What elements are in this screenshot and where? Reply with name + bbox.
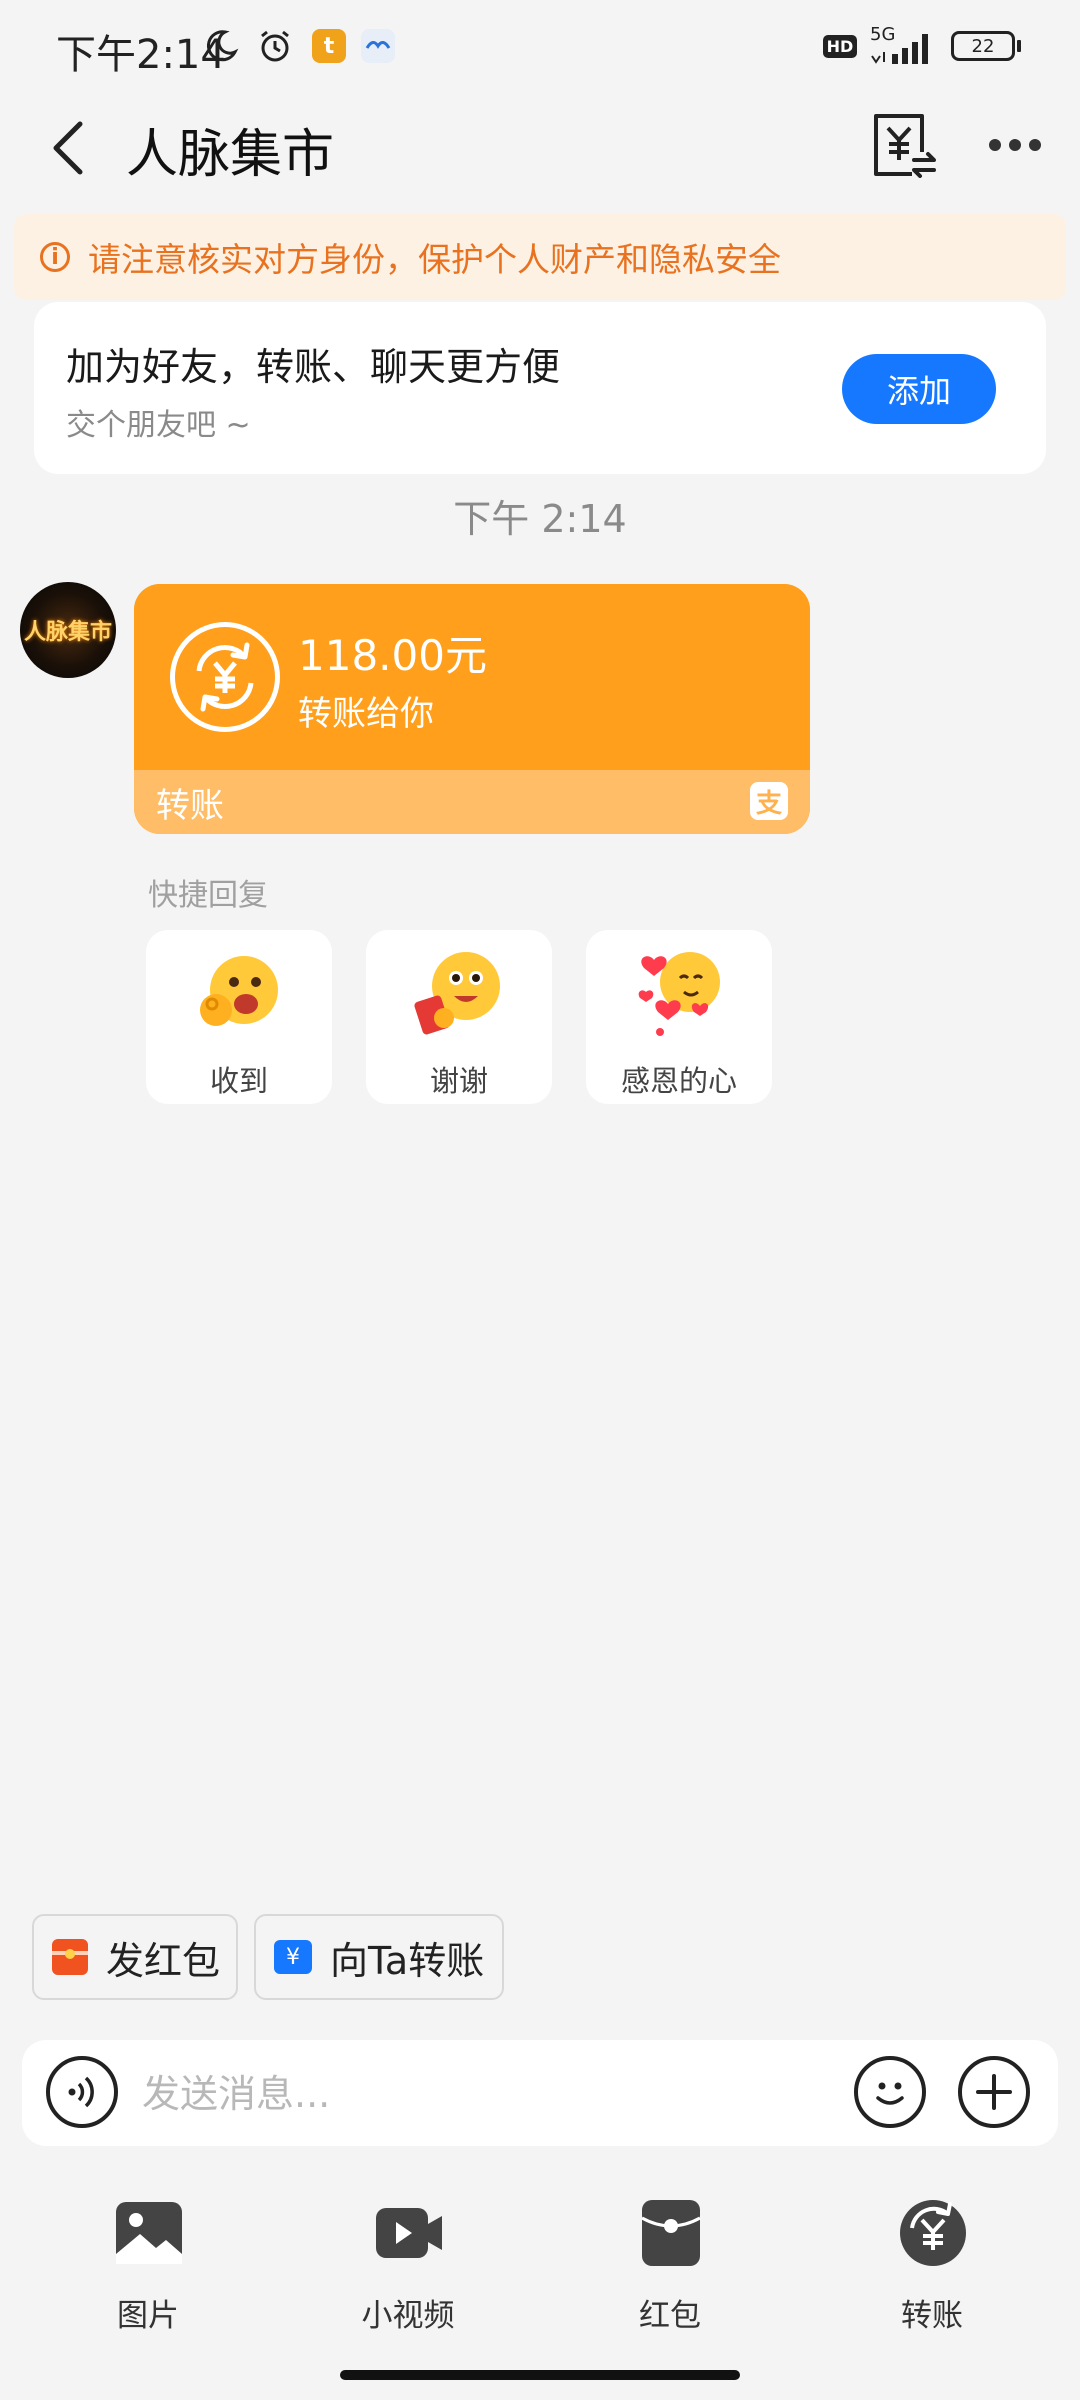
more-dot xyxy=(1029,139,1041,151)
emoji-button[interactable] xyxy=(854,2056,926,2128)
ok-hand-emoji xyxy=(200,956,278,1026)
signal-icon: 5G xyxy=(866,24,938,66)
toolbar-video-button[interactable]: 小视频 xyxy=(318,2198,498,2338)
transfer-message-bubble[interactable]: 118.00元 转账给你 转账 支 xyxy=(134,584,810,834)
send-red-packet-button[interactable]: 发红包 xyxy=(32,1914,238,2000)
hearts-emoji xyxy=(638,952,720,1036)
info-icon: i xyxy=(40,242,70,272)
back-button[interactable] xyxy=(38,108,98,188)
avatar-text: 人脉集市 xyxy=(23,620,112,645)
toolbar-label: 图片 xyxy=(117,2298,179,2334)
quick-reply-thanks[interactable]: 谢谢 xyxy=(366,930,552,1104)
moon-icon xyxy=(200,26,242,66)
app-notification-icon xyxy=(358,26,398,66)
transfer-to-ta-button[interactable]: ¥ 向Ta转账 xyxy=(254,1914,504,2000)
more-dot xyxy=(1009,139,1021,151)
transfer-coin-icon xyxy=(170,622,280,732)
add-friend-card: 加为好友，转账、聊天更方便 交个朋友吧 ~ 添加 xyxy=(34,302,1046,474)
toolbar-label: 转账 xyxy=(901,2298,963,2334)
app-notification-icon: t xyxy=(310,26,348,66)
red-packet-icon xyxy=(641,2200,701,2266)
transfer-type-label: 转账 xyxy=(156,786,224,826)
more-button[interactable] xyxy=(980,120,1050,170)
toolbar-transfer-button[interactable]: 转账 xyxy=(842,2198,1022,2338)
security-warning-bar: i 请注意核实对方身份，保护个人财产和隐私安全 xyxy=(14,214,1066,300)
quick-reply-label-text: 感恩的心 xyxy=(620,1064,737,1098)
more-dot xyxy=(989,139,1001,151)
alipay-icon: 支 xyxy=(750,782,788,820)
add-friend-subtitle: 交个朋友吧 ~ xyxy=(66,408,251,443)
quick-reply-label: 快捷回复 xyxy=(148,878,268,913)
smiley-icon xyxy=(876,2082,904,2105)
red-packet-emoji xyxy=(414,952,500,1035)
chat-timestamp: 下午 2:14 xyxy=(453,497,627,541)
add-friend-title: 加为好友，转账、聊天更方便 xyxy=(66,345,561,389)
hd-badge: HD xyxy=(822,26,858,66)
transfer-record-button[interactable] xyxy=(872,112,938,178)
plus-button[interactable] xyxy=(958,2056,1030,2128)
avatar[interactable]: 人脉集市 xyxy=(20,582,116,678)
alarm-icon xyxy=(254,26,296,66)
toolbar-label: 红包 xyxy=(639,2298,701,2334)
transfer-to-ta-label: 向Ta转账 xyxy=(330,1938,485,1983)
send-red-packet-label: 发红包 xyxy=(106,1938,221,1983)
battery-icon: 22 xyxy=(948,26,1024,66)
quick-reply-label-text: 收到 xyxy=(209,1064,268,1098)
warning-text: 请注意核实对方身份，保护个人财产和隐私安全 xyxy=(88,240,781,279)
voice-icon xyxy=(68,2076,94,2108)
transfer-record-icon xyxy=(874,114,936,178)
quick-reply-received[interactable]: 收到 xyxy=(146,930,332,1104)
chevron-left-icon xyxy=(53,121,83,175)
transfer-description: 转账给你 xyxy=(298,694,434,734)
transfer-bubble-top: 118.00元 转账给你 xyxy=(134,584,810,770)
transfer-amount: 118.00元 xyxy=(298,631,487,680)
transfer-ticket-icon: ¥ xyxy=(274,1940,312,1974)
transfer-bubble-footer: 转账 支 xyxy=(134,770,810,834)
home-indicator[interactable] xyxy=(340,2370,740,2380)
toolbar-image-button[interactable]: 图片 xyxy=(58,2198,238,2338)
add-friend-button[interactable]: 添加 xyxy=(842,354,996,424)
message-input[interactable] xyxy=(140,2058,844,2130)
red-packet-icon xyxy=(52,1939,88,1975)
message-input-bar xyxy=(22,2040,1058,2146)
quick-reply-grateful[interactable]: 感恩的心 xyxy=(586,930,772,1104)
plus-icon xyxy=(976,2074,1012,2110)
toolbar-label: 小视频 xyxy=(361,2298,455,2334)
transfer-icon xyxy=(900,2200,966,2266)
page-title: 人脉集市 xyxy=(126,125,335,185)
toolbar-red-packet-button[interactable]: 红包 xyxy=(580,2198,760,2338)
image-icon xyxy=(116,2202,182,2264)
quick-reply-label-text: 谢谢 xyxy=(429,1064,488,1098)
voice-button[interactable] xyxy=(46,2056,118,2128)
video-icon xyxy=(376,2208,442,2258)
